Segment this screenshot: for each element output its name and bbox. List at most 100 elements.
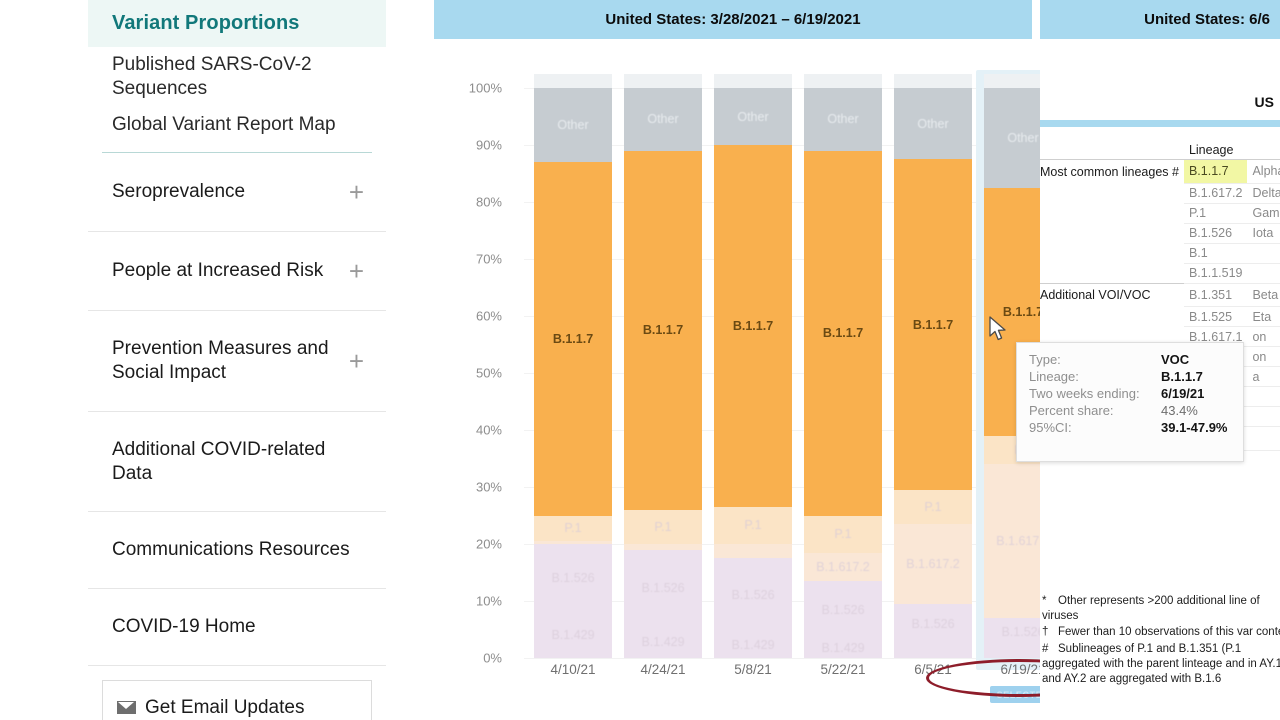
lineage-table-row[interactable]: B.1.525 Eta	[1040, 306, 1280, 328]
lineage-table-row[interactable]: Most common lineages #B.1.1.7Alpha	[1040, 159, 1280, 184]
sidebar-item-variant-proportions[interactable]: Variant Proportions	[88, 0, 386, 47]
expand-plus-icon[interactable]: +	[339, 179, 364, 205]
bar-segment-label: B.1.429	[731, 638, 775, 653]
lineage-table-row[interactable]: B.1.617.2 Delta	[1040, 183, 1280, 204]
sidebar-active-label: Variant Proportions	[112, 12, 300, 34]
bar-segment-label: B.1.1.7	[732, 318, 774, 333]
lineage-table-row[interactable]: B.1	[1040, 243, 1280, 264]
bar-segment[interactable]	[624, 544, 702, 550]
bar-segment[interactable]: B.1.526	[534, 544, 612, 613]
bar-segment[interactable]: B.1.1.7	[624, 150, 702, 510]
sidebar-item-seroprevalence[interactable]: Seroprevalence +	[88, 153, 386, 233]
bar-segment[interactable]: P.1	[894, 489, 972, 525]
bar-segment[interactable]: B.1.429	[534, 612, 612, 658]
bar-segment[interactable]: P.1	[534, 515, 612, 542]
bar-segment[interactable]: B.1.526	[894, 603, 972, 644]
sidebar-item-people-at-increased-risk[interactable]: People at Increased Risk +	[88, 232, 386, 312]
bar-segment[interactable]: B.1.617.2	[804, 552, 882, 582]
bar-segment[interactable]: B.1.526	[624, 549, 702, 627]
bar-segment[interactable]: P.1	[804, 515, 882, 553]
sidebar-sublink-label: Published SARS-CoV-2 Sequences	[112, 54, 312, 99]
bar-cap	[534, 74, 612, 88]
x-axis-tick-label: 5/8/21	[734, 662, 772, 677]
bar-segment[interactable]	[534, 541, 612, 544]
bar-segment[interactable]: B.1.526	[804, 581, 882, 639]
stacked-bar[interactable]: B.1.429 B.1.526 P.1 B.1.1.7 Other	[534, 88, 612, 658]
stacked-bar[interactable]: B.1.526 B.1.617.2 P.1 B.1.1.7 Other	[894, 88, 972, 658]
lineage-name	[1247, 243, 1280, 264]
lineage-value: B.1.525	[1183, 306, 1248, 328]
mouse-cursor-icon	[989, 316, 1006, 341]
sidebar-item-prevention-measures-and-social-impact[interactable]: Prevention Measures and Social Impact +	[88, 311, 386, 412]
bar-segment-label: P.1	[924, 499, 942, 514]
lineage-name: on	[1247, 326, 1280, 348]
bar-segment[interactable]: P.1	[624, 509, 702, 544]
envelope-icon	[117, 701, 136, 715]
sidebar-item-label: Additional COVID-related Data	[112, 438, 326, 484]
lineage-table-header-row: Lineage	[1040, 140, 1280, 160]
bar-segment-label: P.1	[834, 527, 852, 542]
lineage-group-label: Additional VOI/VOC	[1040, 282, 1184, 307]
bar-segment[interactable]: B.1.617.2	[894, 524, 972, 604]
bar-segment[interactable]: B.1.429	[624, 626, 702, 658]
lineage-table-row[interactable]: B.1.1.519	[1040, 263, 1280, 284]
lineage-name: Gamma	[1247, 203, 1280, 224]
get-email-updates-button[interactable]: Get Email Updates	[102, 679, 372, 720]
bar-segment[interactable]: B.1.429	[804, 638, 882, 658]
bar-segment[interactable]: B.1.1.7	[894, 159, 972, 490]
y-axis-tick-label: 50%	[475, 365, 502, 381]
bar-group[interactable]: B.1.429 B.1.526 P.1 B.1.1.7 Other 4/10/21	[528, 74, 618, 677]
lineage-value: B.1.1.7	[1183, 159, 1248, 184]
chart-panel-header-label: United States: 3/28/2021 – 6/19/2021	[605, 11, 861, 28]
expand-plus-icon[interactable]: +	[339, 258, 364, 284]
sidebar-item-additional-covid-related-data[interactable]: Additional COVID-related Data	[88, 412, 386, 513]
x-axis-tick-label: 4/24/21	[640, 662, 686, 677]
lineage-table-row[interactable]: P.1Gamma	[1040, 203, 1280, 224]
bar-segment[interactable]: Other	[804, 88, 882, 151]
footnote-text: Sublineages of P.1 and B.1.351 (P.1 aggr…	[1042, 642, 1280, 685]
bar-segment[interactable]	[714, 544, 792, 559]
sidebar-item-global-variant-report-map[interactable]: Global Variant Report Map	[88, 107, 386, 143]
sidebar-item-covid-19-home[interactable]: COVID-19 Home	[88, 589, 386, 666]
bar-segment[interactable]: P.1	[714, 506, 792, 544]
lineage-group-label	[1040, 263, 1184, 283]
x-axis-tick-label: 6/5/21	[914, 662, 952, 677]
lineage-table-row[interactable]: B.1.526 Iota	[1040, 223, 1280, 244]
lineage-group-label	[1040, 203, 1184, 223]
bar-segment[interactable]: B.1.1.7	[714, 145, 792, 507]
bar-segment-label: Other	[647, 112, 679, 127]
expand-plus-icon[interactable]: +	[339, 348, 364, 374]
variant-proportions-chart[interactable]: 0% 10% 20% 30% 40% 50% 60% 70% 80% 90% 100% B.1.42…	[434, 70, 1070, 703]
bar-group[interactable]: B.1.429 B.1.526 B.1.617.2 P.1 B.1.1.7 Other 5/…	[798, 74, 888, 677]
stacked-bar[interactable]: B.1.429 B.1.526 P.1 B.1.1.7 Other	[714, 88, 792, 658]
bar-cap	[714, 74, 792, 88]
bar-group[interactable]: B.1.429 B.1.526 P.1 B.1.1.7 Other 5/8/21	[708, 74, 798, 677]
bar-segment[interactable]: B.1.1.7	[534, 162, 612, 516]
bar-segment-label: P.1	[654, 519, 672, 534]
stacked-bar[interactable]: B.1.429 B.1.526 P.1 B.1.1.7 Other	[624, 88, 702, 658]
bar-segment[interactable]	[894, 643, 972, 658]
gridline	[524, 658, 1032, 659]
bar-segment[interactable]: B.1.1.7	[804, 150, 882, 516]
bar-segment[interactable]: B.1.526	[714, 558, 792, 633]
sidebar-item-communications-resources[interactable]: Communications Resources	[88, 512, 386, 589]
bar-segment-label: B.1.1.7	[912, 317, 954, 332]
bar-cap	[894, 74, 972, 88]
lineage-column-header: Lineage	[1183, 140, 1248, 160]
bar-segment[interactable]: Other	[714, 88, 792, 145]
stacked-bar[interactable]: B.1.429 B.1.526 B.1.617.2 P.1 B.1.1.7 Other	[804, 88, 882, 658]
lineage-table-row[interactable]: Additional VOI/VOC B.1.351 Beta	[1040, 282, 1280, 308]
y-axis-tick-label: 70%	[475, 251, 502, 267]
bar-segment[interactable]: B.1.429	[714, 632, 792, 658]
bar-segment[interactable]: Other	[624, 88, 702, 151]
bar-segment[interactable]: Other	[894, 88, 972, 160]
bar-group[interactable]: B.1.429 B.1.526 P.1 B.1.1.7 Other 4/24/21	[618, 74, 708, 677]
bar-group[interactable]: B.1.526 B.1.617.2 P.1 B.1.1.7 Other 6/5/21	[888, 74, 978, 677]
sidebar-item-published-sequences[interactable]: Published SARS-CoV-2 Sequences	[88, 47, 386, 107]
bar-segment-label: Other	[917, 116, 949, 131]
lineage-group-label	[1040, 243, 1184, 263]
name-column-header	[1247, 140, 1280, 160]
bar-segment[interactable]: Other	[534, 88, 612, 163]
lineage-name	[1247, 386, 1280, 408]
right-panel-header: United States: 6/6	[1040, 0, 1280, 42]
